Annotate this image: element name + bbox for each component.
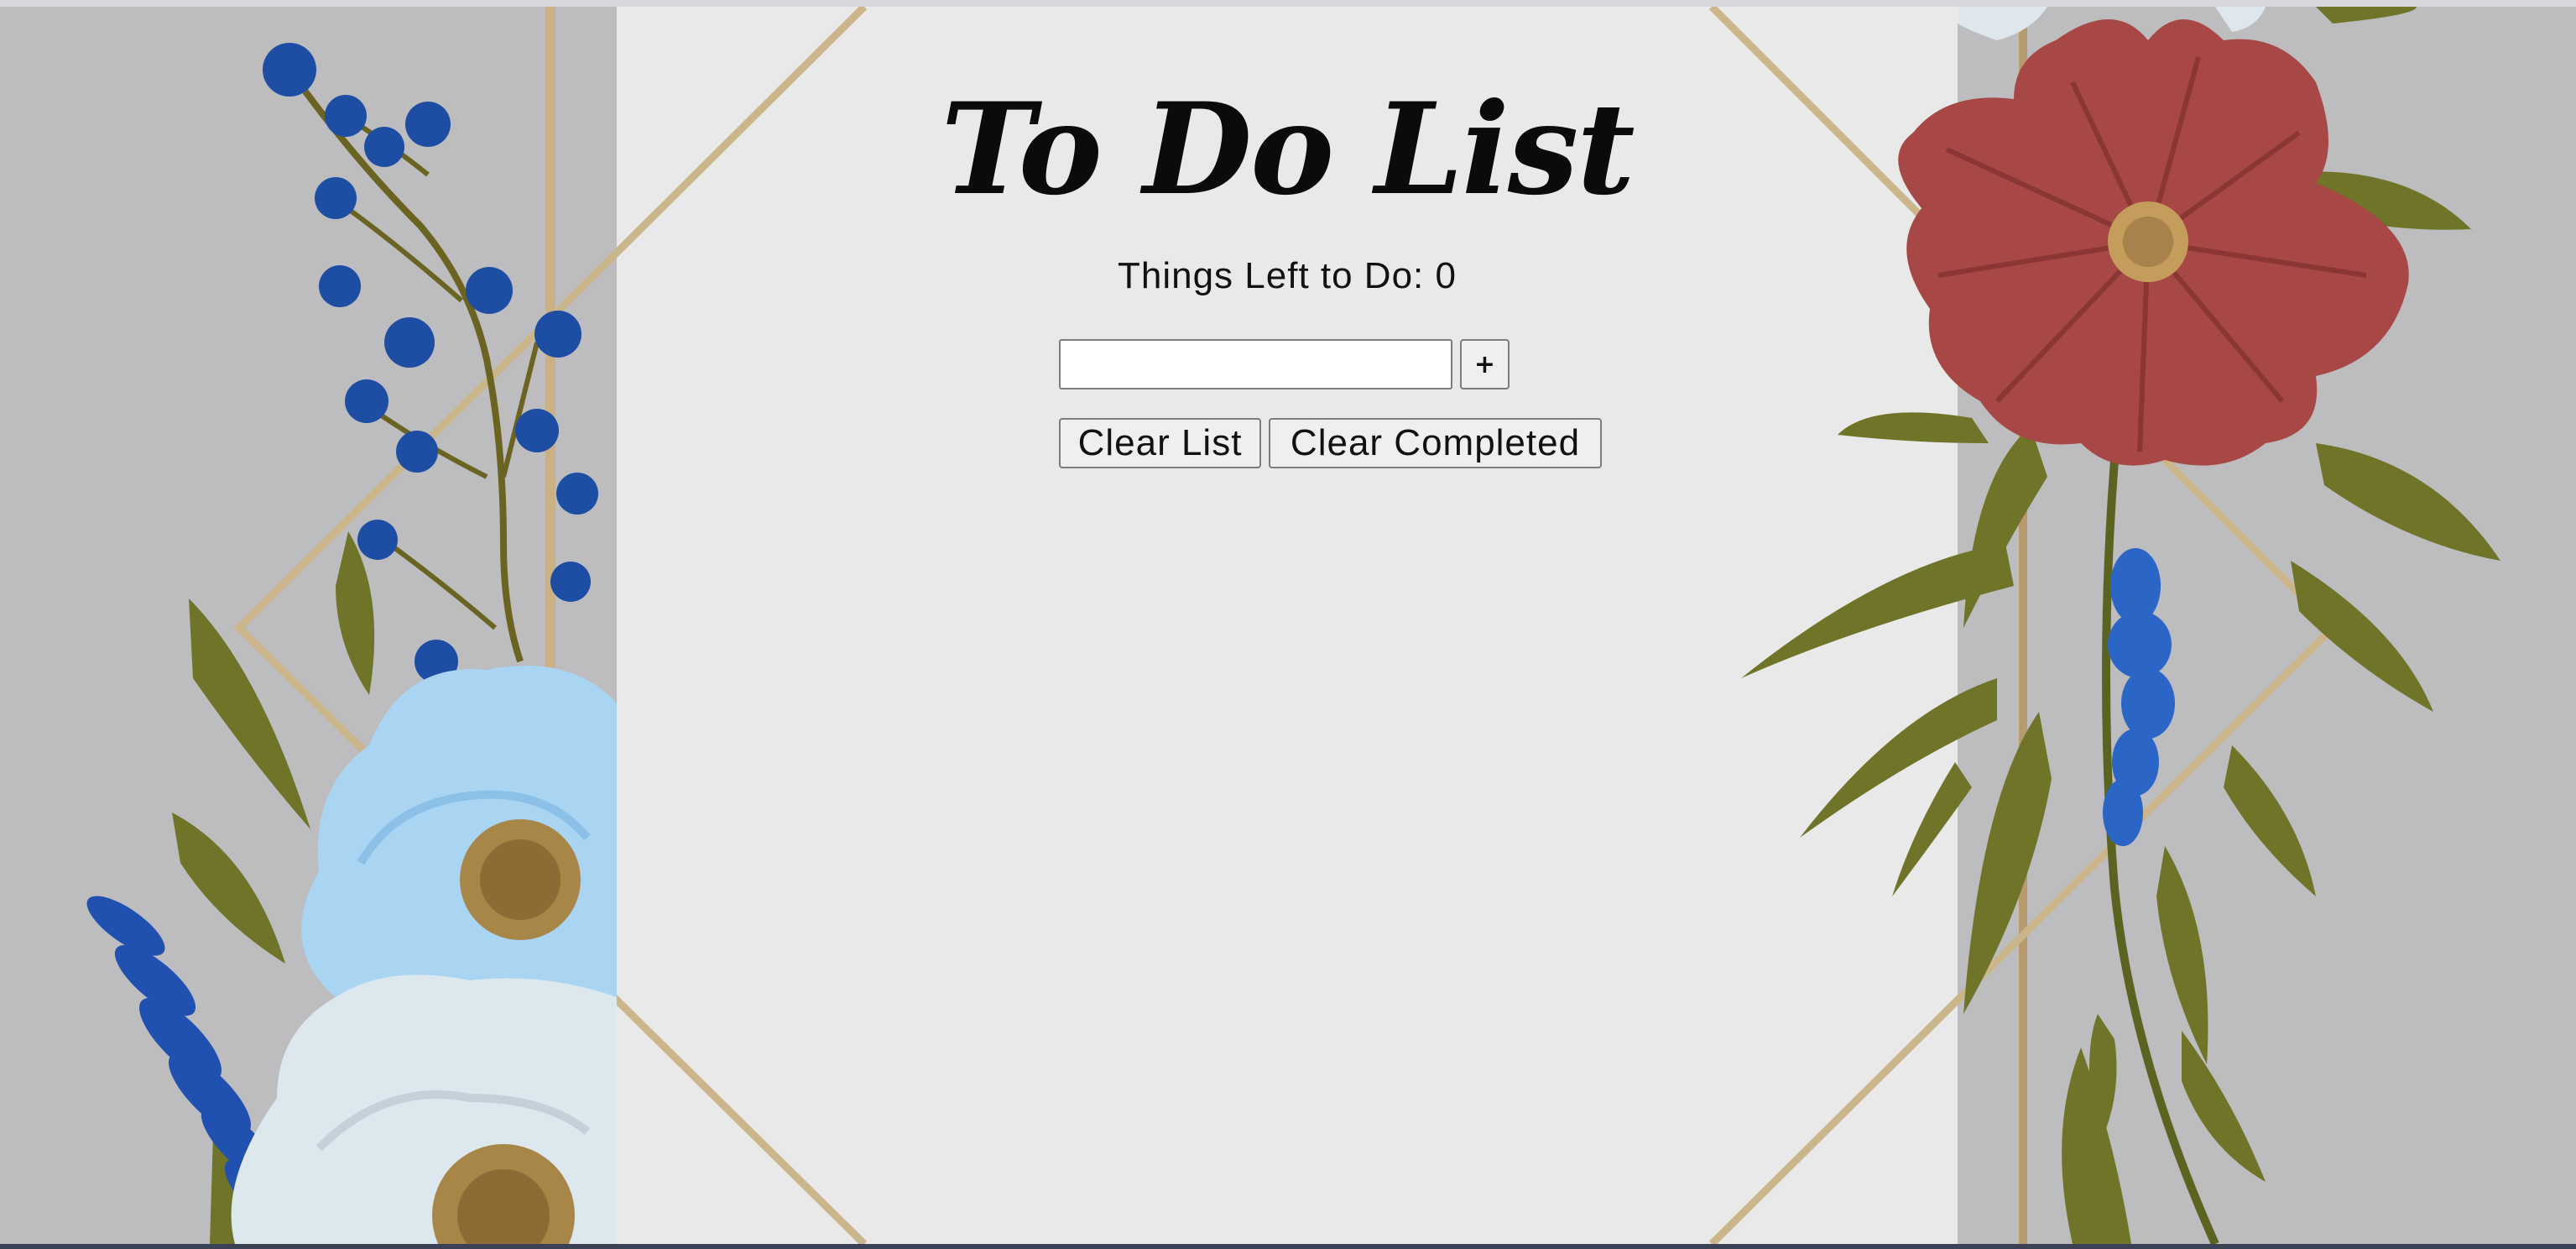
red-flower-icon bbox=[1898, 19, 2409, 466]
new-task-input[interactable] bbox=[1059, 339, 1452, 389]
page-background: To Do List Things Left to Do: 0 + Clear … bbox=[0, 7, 2576, 1244]
items-left-counter: Things Left to Do: 0 bbox=[617, 255, 1958, 297]
page-title: To Do List bbox=[941, 76, 1635, 223]
todo-app: To Do List Things Left to Do: 0 + Clear … bbox=[617, 7, 1958, 1244]
counter-value: 0 bbox=[1435, 255, 1457, 296]
clear-completed-button[interactable]: Clear Completed bbox=[1269, 418, 1602, 468]
right-blue-flower-icon bbox=[2103, 548, 2175, 846]
white-flower-icon bbox=[231, 975, 617, 1244]
browser-top-border bbox=[0, 0, 2576, 7]
add-task-button[interactable]: + bbox=[1460, 339, 1510, 389]
browser-bottom-border bbox=[0, 1244, 2576, 1249]
clear-list-button[interactable]: Clear List bbox=[1059, 418, 1261, 468]
counter-label: Things Left to Do: bbox=[1117, 255, 1425, 296]
